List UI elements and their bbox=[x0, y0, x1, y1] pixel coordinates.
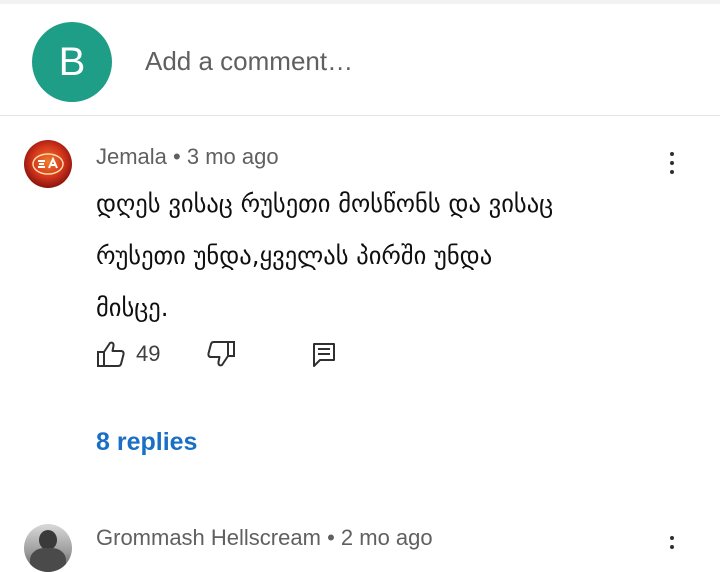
avatar-letter: B bbox=[58, 39, 86, 84]
comment-time: 3 mo ago bbox=[186, 144, 279, 169]
comment-text: დღეს ვისაც რუსეთი მოსწონს და ვისაც რუსეთ… bbox=[96, 178, 676, 334]
comment-actions: 49 bbox=[0, 340, 720, 380]
more-vert-icon-dot bbox=[670, 152, 674, 156]
meta-separator: • bbox=[327, 525, 335, 550]
dislike-button[interactable] bbox=[206, 340, 236, 372]
comment-text-line: დღეს ვისაც რუსეთი მოსწონს და ვისაც bbox=[96, 189, 554, 218]
like-count: 49 bbox=[136, 341, 161, 366]
comment-composer: B Add a comment… bbox=[0, 4, 720, 116]
comment-item: Grommash Hellscream • 2 mo ago bbox=[0, 520, 720, 572]
user-avatar[interactable]: B bbox=[32, 22, 112, 102]
more-options-button[interactable] bbox=[664, 536, 680, 554]
comment-author[interactable]: Grommash Hellscream bbox=[96, 525, 321, 550]
more-options-button[interactable] bbox=[664, 152, 680, 180]
comment-meta: Grommash Hellscream • 2 mo ago bbox=[96, 525, 433, 551]
commenter-avatar[interactable] bbox=[24, 140, 72, 188]
reply-button[interactable] bbox=[312, 342, 336, 372]
ea-logo-icon bbox=[32, 153, 64, 175]
commenter-avatar[interactable] bbox=[24, 524, 72, 572]
comment-meta: Jemala • 3 mo ago bbox=[96, 144, 279, 170]
comment-author[interactable]: Jemala bbox=[96, 144, 167, 169]
comment-time: 2 mo ago bbox=[340, 525, 433, 550]
reply-icon bbox=[313, 343, 335, 367]
thumb-up-icon bbox=[97, 341, 125, 367]
meta-separator: • bbox=[173, 144, 181, 169]
view-replies-link[interactable]: 8 replies bbox=[96, 428, 197, 457]
comment-text-line: რუსეთი უნდა,ყველას პირში უნდა bbox=[96, 241, 493, 270]
add-comment-input[interactable]: Add a comment… bbox=[145, 46, 353, 77]
like-button[interactable]: 49 bbox=[96, 340, 160, 368]
comment-text-line: მისცე. bbox=[96, 293, 169, 322]
thumb-down-icon bbox=[207, 341, 235, 367]
